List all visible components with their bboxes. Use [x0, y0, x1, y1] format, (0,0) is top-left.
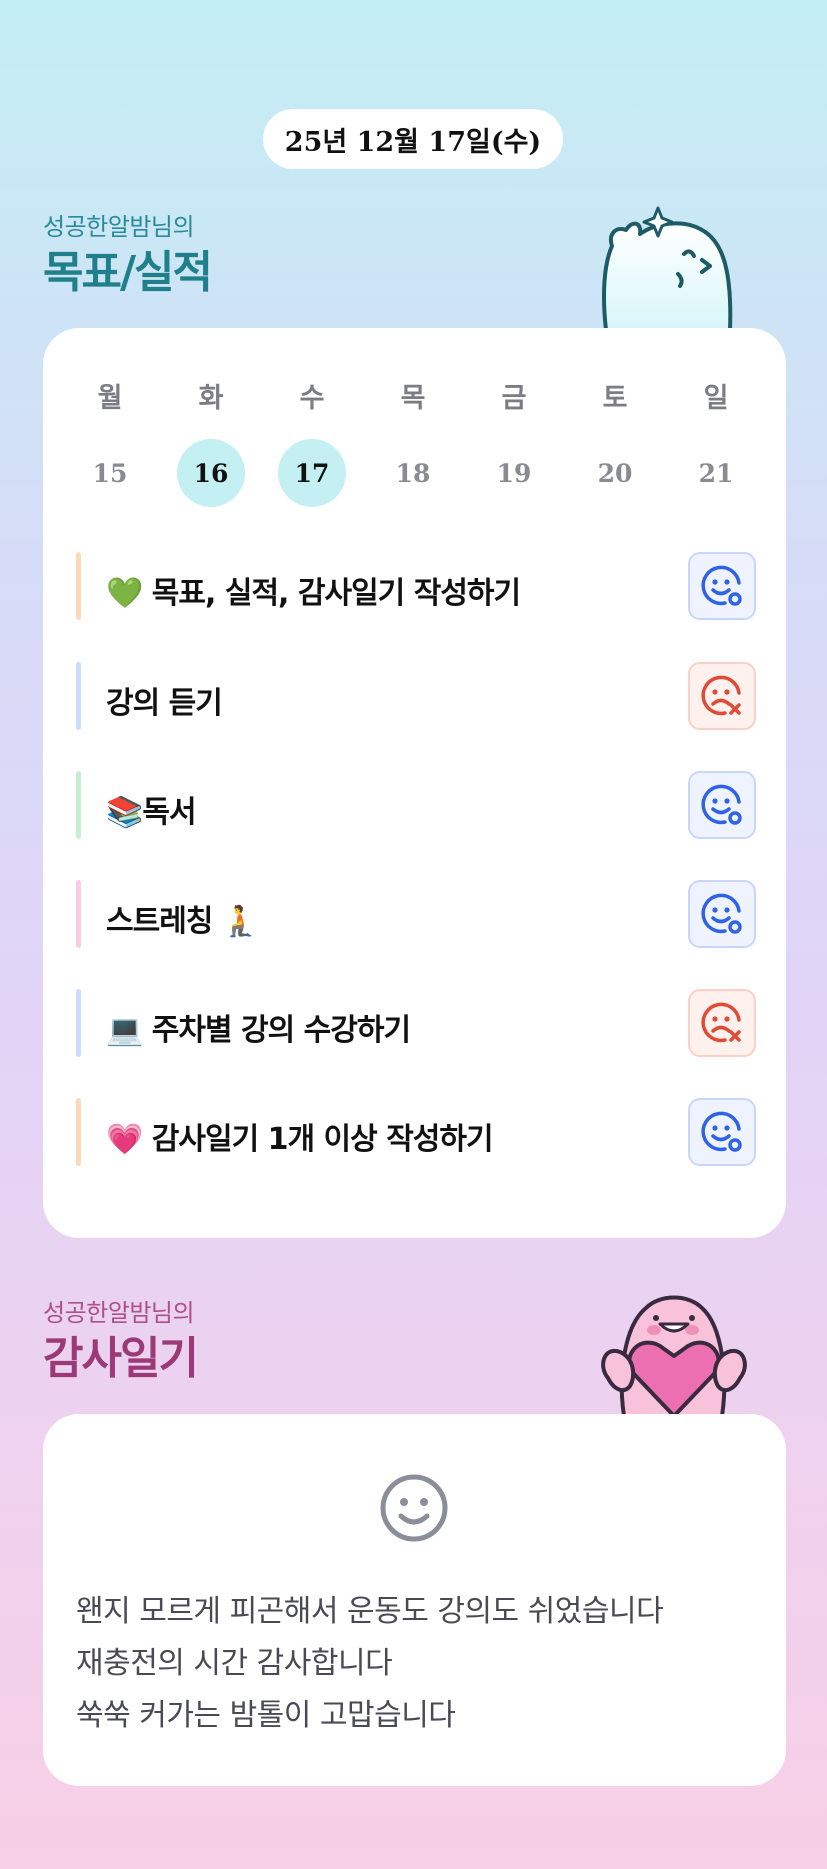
goal-status-button[interactable] — [688, 880, 756, 948]
goal-status-button[interactable] — [688, 771, 756, 839]
weekday-tue: 화 — [198, 383, 224, 414]
date-16[interactable]: 16 — [177, 439, 245, 507]
heart-mascot-icon — [601, 1295, 747, 1416]
date-21[interactable]: 21 — [682, 439, 750, 507]
goal-color-bar — [76, 1098, 81, 1166]
goal-color-bar — [76, 771, 81, 839]
thanks-diary-line: 재충전의 시간 감사합니다 — [76, 1646, 393, 1681]
goal-item[interactable]: 스트레칭 🧎 — [76, 880, 756, 948]
goal-color-bar — [76, 880, 81, 948]
goal-status-button[interactable] — [688, 662, 756, 730]
goal-status-button[interactable] — [688, 989, 756, 1057]
goal-color-bar — [76, 989, 81, 1057]
smile-done-icon — [701, 1111, 742, 1152]
smile-face-icon — [380, 1474, 448, 1542]
smile-done-icon — [701, 893, 742, 934]
date-17[interactable]: 17 — [278, 439, 346, 507]
weekday-mon: 월 — [97, 383, 123, 414]
weekday-header-row: 월 화 수 목 금 토 일 — [43, 376, 786, 416]
goal-color-bar — [76, 552, 81, 620]
goal-status-button[interactable] — [688, 552, 756, 620]
goal-label: 💗 감사일기 1개 이상 작성하기 — [106, 1122, 494, 1157]
goal-label: 📚독서 — [106, 795, 197, 830]
smile-done-icon — [701, 565, 742, 606]
thanks-diary-line: 쑥쑥 커가는 밤톨이 고맙습니다 — [76, 1698, 456, 1733]
goal-label: 강의 듣기 — [106, 686, 223, 721]
weekday-wed: 수 — [299, 383, 325, 414]
goal-label: 💚 목표, 실적, 감사일기 작성하기 — [106, 576, 521, 611]
goals-card: 월 화 수 목 금 토 일 15 16 17 18 19 20 21 💚 목표,… — [43, 328, 786, 1238]
date-15[interactable]: 15 — [76, 439, 144, 507]
date-18[interactable]: 18 — [379, 439, 447, 507]
smile-done-icon — [701, 784, 742, 825]
date-20[interactable]: 20 — [581, 439, 649, 507]
sad-missed-icon — [701, 675, 741, 716]
goal-item[interactable]: 💻 주차별 강의 수강하기 — [76, 989, 756, 1057]
date-19[interactable]: 19 — [480, 439, 548, 507]
weekday-sun: 일 — [703, 383, 729, 414]
weekday-thu: 목 — [400, 383, 426, 414]
thanks-section-title: 감사일기 — [43, 1333, 199, 1384]
sad-missed-icon — [701, 1002, 741, 1043]
thanks-diary-card: 왠지 모르게 피곤해서 운동도 강의도 쉬었습니다 재충전의 시간 감사합니다 … — [43, 1414, 786, 1786]
goals-section-title: 목표/실적 — [43, 247, 213, 298]
date-label: 25년 12월 17일(수) — [263, 109, 563, 169]
goal-label: 스트레칭 🧎 — [106, 904, 259, 939]
goal-item[interactable]: 💗 감사일기 1개 이상 작성하기 — [76, 1098, 756, 1166]
mint-mascot-icon — [602, 206, 733, 330]
goal-item[interactable]: 강의 듣기 — [76, 662, 756, 730]
weekday-fri: 금 — [501, 383, 527, 414]
goal-status-button[interactable] — [688, 1098, 756, 1166]
date-row: 15 16 17 18 19 20 21 — [43, 439, 786, 509]
goal-item[interactable]: 📚독서 — [76, 771, 756, 839]
goal-color-bar — [76, 662, 81, 730]
thanks-diary-line: 왠지 모르게 피곤해서 운동도 강의도 쉬었습니다 — [76, 1594, 664, 1629]
goal-item[interactable]: 💚 목표, 실적, 감사일기 작성하기 — [76, 552, 756, 620]
weekday-sat: 토 — [602, 383, 628, 414]
goal-label: 💻 주차별 강의 수강하기 — [106, 1013, 411, 1048]
